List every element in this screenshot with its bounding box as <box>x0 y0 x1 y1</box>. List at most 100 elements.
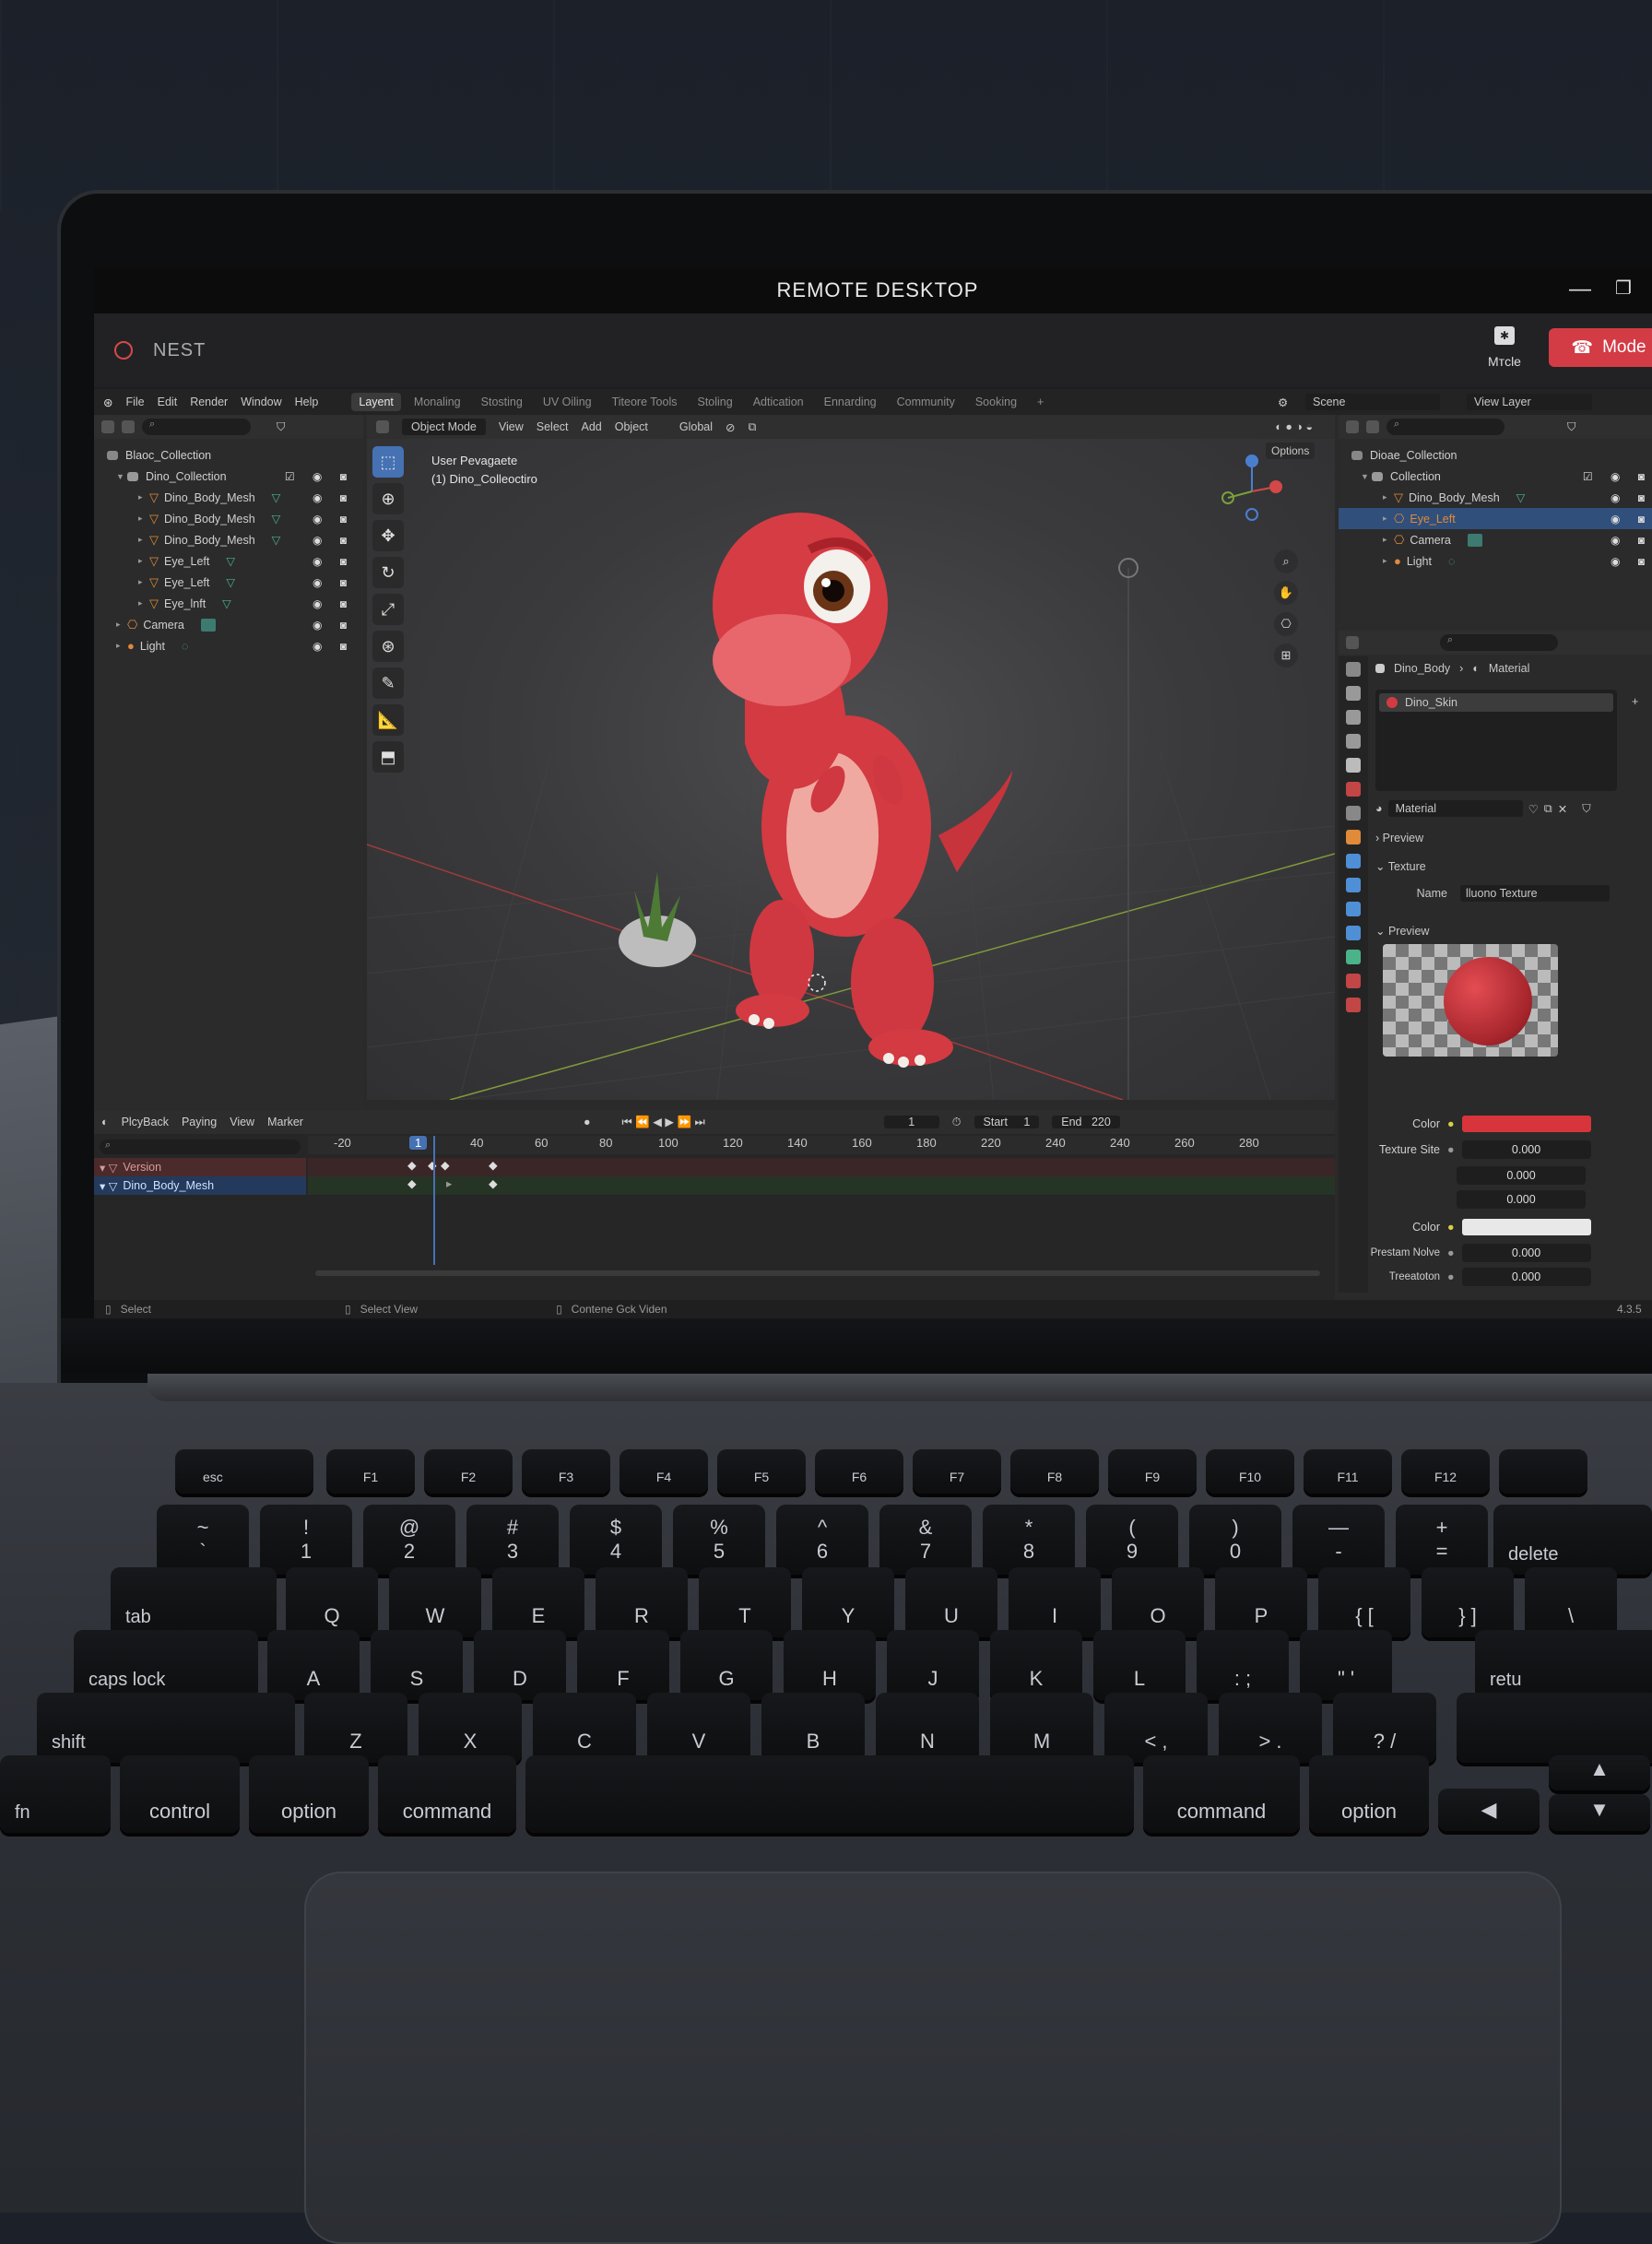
tree-item[interactable]: ▸ ▽ Eye_lnft ▽ ◉ ◙ <box>107 593 363 614</box>
blender-logo-icon[interactable]: ⊛ <box>103 396 112 409</box>
key-home-5[interactable]: H <box>784 1630 876 1700</box>
key-bottom-9[interactable]: ? / <box>1333 1693 1436 1763</box>
tab-texture-paint[interactable]: Titeore Tools <box>605 393 685 411</box>
key-f10[interactable]: F10 <box>1206 1449 1294 1494</box>
tool-tab-icon[interactable] <box>1346 662 1361 677</box>
tree-root-collection[interactable]: Blaoc_Collection <box>107 444 363 466</box>
key-number-10[interactable]: ) 0 <box>1189 1505 1281 1575</box>
pivot-icon[interactable]: ⊘ <box>726 420 735 434</box>
render-tab-icon[interactable] <box>1346 686 1361 701</box>
treeaton-field[interactable]: 0.000 <box>1461 1268 1591 1286</box>
keyframe[interactable]: ◆ <box>489 1158 498 1172</box>
tree-item[interactable]: ▸ ● Light ◌ ◉ ◙ <box>1351 550 1652 572</box>
keyframe[interactable]: ◆ <box>489 1176 498 1190</box>
key-bottom-4[interactable]: B <box>761 1693 865 1763</box>
tree-item[interactable]: ▸ ⎔ Camera ◉ ◙ <box>1351 529 1652 550</box>
tab-scripting[interactable]: Sooking <box>968 393 1024 411</box>
key-number-11[interactable]: — - <box>1292 1505 1385 1575</box>
menu-edit[interactable]: Edit <box>158 396 178 408</box>
key-qwerty-7[interactable]: I <box>1009 1567 1101 1637</box>
visibility-toggles[interactable]: ◉ ◙ <box>313 555 354 568</box>
tab-sculpting[interactable]: Stosting <box>474 393 530 411</box>
texture-tab-icon[interactable] <box>1346 998 1361 1012</box>
start-frame-field[interactable]: Start 1 <box>974 1116 1040 1128</box>
key-qwerty-10[interactable]: { [ <box>1318 1567 1410 1637</box>
tree-camera[interactable]: ▸ ⎔ Camera ◉ ◙ <box>107 614 363 635</box>
output-tab-icon[interactable] <box>1346 710 1361 725</box>
properties-search-input[interactable]: ⌕ <box>1440 634 1558 651</box>
add-workspace-button[interactable]: + <box>1030 393 1051 411</box>
cursor-tool-icon[interactable]: ⊕ <box>372 483 404 514</box>
key-home-3[interactable]: F <box>577 1630 669 1700</box>
key-control[interactable]: control <box>120 1755 240 1833</box>
key-qwerty-6[interactable]: U <box>905 1567 997 1637</box>
timeline-menu-view[interactable]: View <box>230 1116 254 1128</box>
visibility-toggles[interactable]: ◉ ◙ <box>313 576 354 589</box>
key-bottom-2[interactable]: C <box>533 1693 636 1763</box>
annotate-tool-icon[interactable]: ✎ <box>372 667 404 699</box>
playback-controls[interactable]: ⏮ ⏪ ◀ ▶ ⏩ ⏭ <box>622 1115 705 1129</box>
tree-dino-collection[interactable]: ▼ Dino_Collection ☑ ◉ ◙ <box>107 466 363 487</box>
key-f3[interactable]: F3 <box>522 1449 610 1494</box>
menu-render[interactable]: Render <box>190 396 228 408</box>
add-cube-tool-icon[interactable]: ⬒ <box>372 741 404 773</box>
key-qwerty-11[interactable]: } ] <box>1422 1567 1514 1637</box>
zoom-icon[interactable]: ⌕ <box>1274 549 1298 573</box>
key-home-1[interactable]: S <box>371 1630 463 1700</box>
tab-shading[interactable]: Stoling <box>690 393 739 411</box>
trackpad[interactable] <box>304 1872 1562 2244</box>
key-home-10[interactable]: " ' <box>1300 1630 1392 1700</box>
key-caps-lock[interactable]: caps lock <box>74 1630 258 1700</box>
key-bottom-0[interactable]: Z <box>304 1693 407 1763</box>
key-home-9[interactable]: : ; <box>1197 1630 1289 1700</box>
move-tool-icon[interactable]: ✥ <box>372 520 404 551</box>
tree-item[interactable]: ▸ ▽ Eye_Left ▽ ◉ ◙ <box>107 572 363 593</box>
mute-button[interactable]: ✱ Mтcle <box>1468 321 1541 380</box>
tree-item-selected[interactable]: ▸ ⎔ Eye_Left ◉ ◙ <box>1339 508 1652 529</box>
display-mode-icon[interactable] <box>122 420 135 433</box>
editor-type-icon[interactable] <box>1346 420 1359 433</box>
key-bottom-6[interactable]: M <box>990 1693 1093 1763</box>
key-fn[interactable]: fn <box>0 1755 111 1833</box>
menu-window[interactable]: Window <box>241 396 281 408</box>
select-tool-icon[interactable]: ⬚ <box>372 446 404 478</box>
current-frame-field[interactable]: 1 <box>883 1116 939 1128</box>
key-number-1[interactable]: ! 1 <box>260 1505 352 1575</box>
timeline-menu-marker[interactable]: Marker <box>267 1116 303 1128</box>
modifier-tab-icon[interactable] <box>1346 854 1361 868</box>
key-f6[interactable]: F6 <box>815 1449 903 1494</box>
key-option-left[interactable]: option <box>249 1755 369 1833</box>
tree-item[interactable]: ▸ ▽ Eye_Left ▽ ◉ ◙ <box>107 550 363 572</box>
tree-item[interactable]: ▸ ▽ Dino_Body_Mesh ▽ ◉ ◙ <box>107 508 363 529</box>
keyframe[interactable]: ◆ <box>428 1158 437 1172</box>
key-number-2[interactable]: @2 <box>363 1505 455 1575</box>
filter-icon[interactable]: ⛉ <box>277 420 285 434</box>
key-qwerty-2[interactable]: E <box>492 1567 584 1637</box>
key-option-right[interactable]: option <box>1309 1755 1429 1833</box>
key-f8[interactable]: F8 <box>1010 1449 1099 1494</box>
key-f12[interactable]: F12 <box>1401 1449 1490 1494</box>
camera-view-icon[interactable]: ⎔ <box>1274 612 1298 636</box>
editor-type-icon[interactable] <box>376 420 389 433</box>
object-mode-dropdown[interactable]: Object Mode <box>402 419 486 435</box>
key-esc[interactable]: esc <box>175 1449 313 1494</box>
keyframe[interactable]: ▸ <box>446 1176 452 1190</box>
visibility-toggles[interactable]: ◉ ◙ <box>1611 491 1652 504</box>
visibility-toggles[interactable]: ◉ ◙ <box>313 534 354 547</box>
snap-icon[interactable]: ⧉ <box>749 420 757 434</box>
key-bottom-5[interactable]: N <box>876 1693 979 1763</box>
key-qwerty-5[interactable]: Y <box>802 1567 894 1637</box>
key-shift-left[interactable]: shift <box>37 1693 295 1763</box>
expand-icon[interactable]: ▼ <box>116 472 127 481</box>
physics-tab-icon[interactable] <box>1346 902 1361 916</box>
visibility-toggles[interactable]: ◉ ◙ <box>1611 513 1652 526</box>
key-number-5[interactable]: % 5 <box>673 1505 765 1575</box>
key-arrow-down[interactable]: ▼ <box>1549 1794 1650 1831</box>
key-f9[interactable]: F9 <box>1108 1449 1197 1494</box>
visibility-toggles[interactable]: ◉ ◙ <box>313 513 354 526</box>
timeline-editor-icon[interactable]: ◐ <box>101 1116 109 1128</box>
key-home-4[interactable]: G <box>680 1630 773 1700</box>
viewport-menu-object[interactable]: Object <box>615 420 648 433</box>
scale-tool-icon[interactable]: ⤢ <box>372 594 404 625</box>
key-tab[interactable]: tab <box>111 1567 277 1637</box>
